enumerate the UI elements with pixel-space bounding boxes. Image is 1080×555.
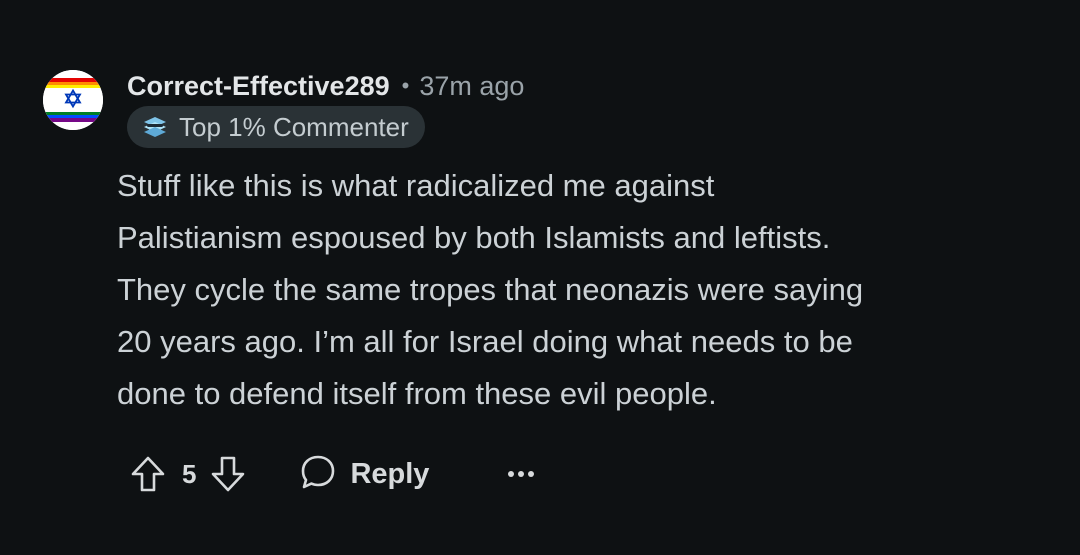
comment-line: 20 years ago. I’m all for Israel doing w… xyxy=(117,324,853,359)
vote-score: 5 xyxy=(182,458,197,489)
reply-button[interactable]: Reply xyxy=(298,452,429,497)
downvote-arrow-icon[interactable] xyxy=(208,454,248,494)
timestamp: 37m ago xyxy=(419,70,525,101)
separator-dot: • xyxy=(401,73,410,98)
flair-label: Top 1% Commenter xyxy=(179,111,409,142)
comment-line: done to defend itself from these evil pe… xyxy=(117,376,717,411)
reply-label: Reply xyxy=(350,457,430,490)
speech-bubble-icon xyxy=(298,452,338,497)
avatar[interactable] xyxy=(43,70,103,130)
ellipsis-icon[interactable] xyxy=(501,454,541,494)
top-commenter-badge-icon xyxy=(141,113,169,141)
upvote-arrow-icon[interactable] xyxy=(128,454,168,494)
comment-actions: 5 Reply xyxy=(128,450,541,498)
comment-line: Palistianism espoused by both Islamists … xyxy=(117,220,831,255)
comment: Correct-Effective289 • 37m ago Top 1% Co… xyxy=(0,0,1080,555)
star-of-david-rainbow-avatar-icon xyxy=(43,70,103,130)
comment-line: Stuff like this is what radicalized me a… xyxy=(117,168,715,203)
comment-body: Stuff like this is what radicalized me a… xyxy=(117,160,1037,420)
username[interactable]: Correct-Effective289 xyxy=(127,71,390,102)
comment-line: They cycle the same tropes that neonazis… xyxy=(117,272,864,307)
comment-header: Correct-Effective289 • 37m ago xyxy=(127,66,524,106)
user-flair: Top 1% Commenter xyxy=(127,106,425,148)
